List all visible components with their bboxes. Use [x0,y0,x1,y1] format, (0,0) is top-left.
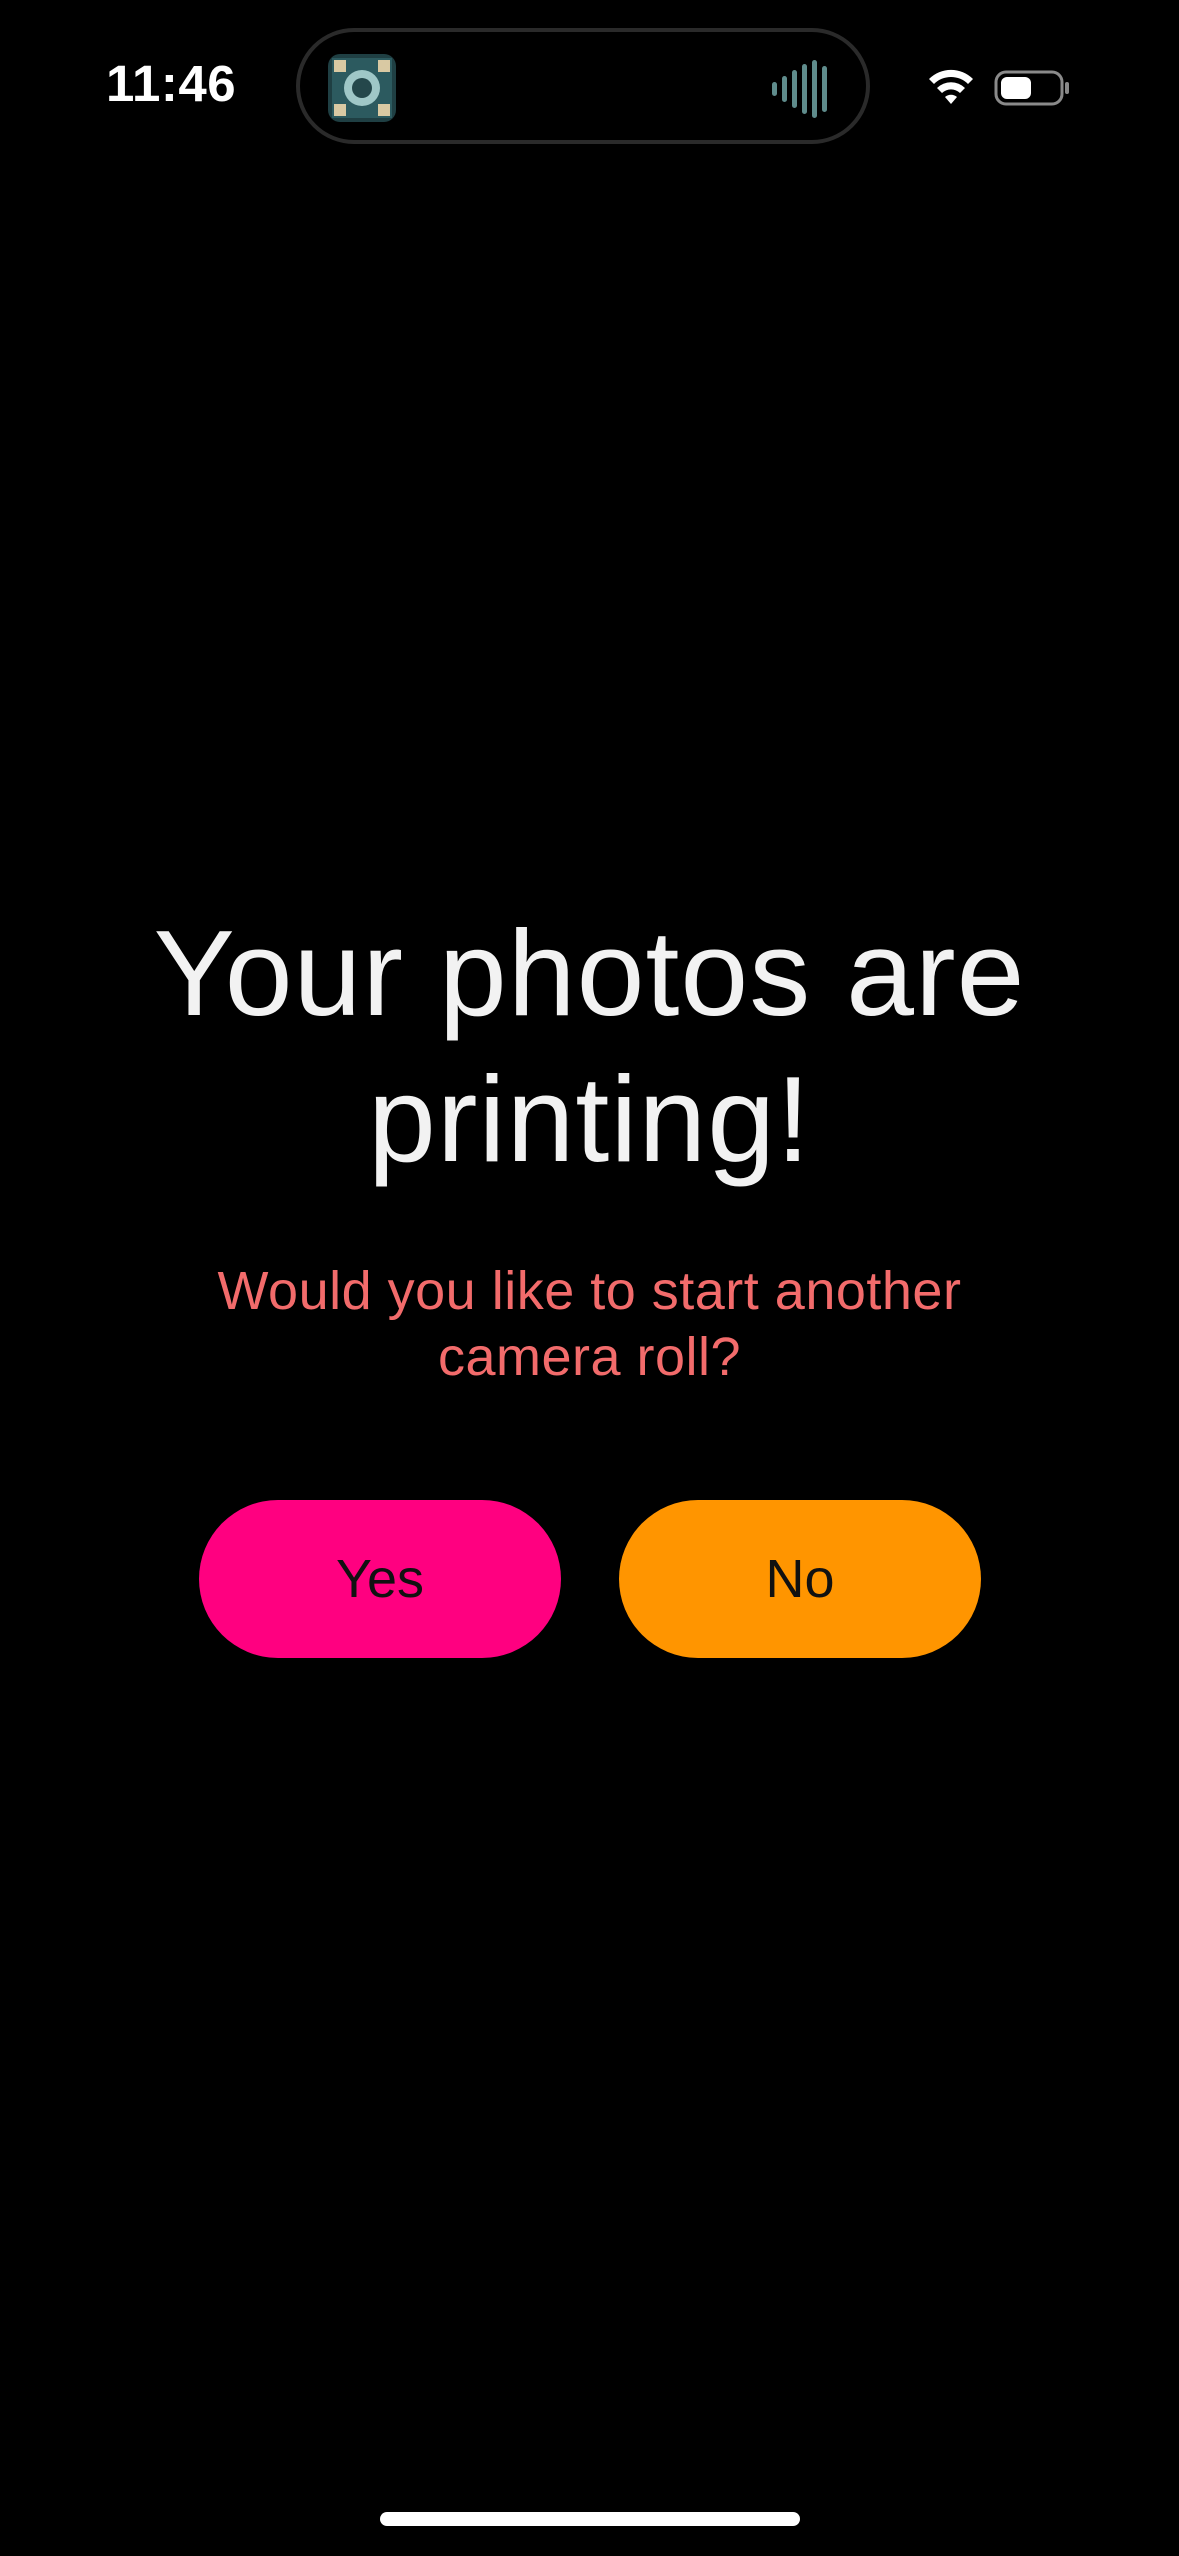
page-title: Your photos are printing! [153,905,1026,1187]
status-time: 11:46 [106,55,237,112]
battery-icon [994,68,1072,108]
audio-waveform-icon [770,56,836,122]
status-bar: 11:46 [0,0,1179,170]
prompt-text: Would you like to start another camera r… [217,1261,962,1387]
action-buttons: Yes No [0,1500,1179,1658]
home-indicator[interactable] [380,2512,800,2526]
print-status-content: Your photos are printing! Would you like… [0,900,1179,1390]
dynamic-island[interactable] [296,28,870,144]
app-icon [328,54,396,122]
yes-button[interactable]: Yes [199,1500,561,1658]
no-button[interactable]: No [619,1500,981,1658]
wifi-icon [926,66,976,106]
